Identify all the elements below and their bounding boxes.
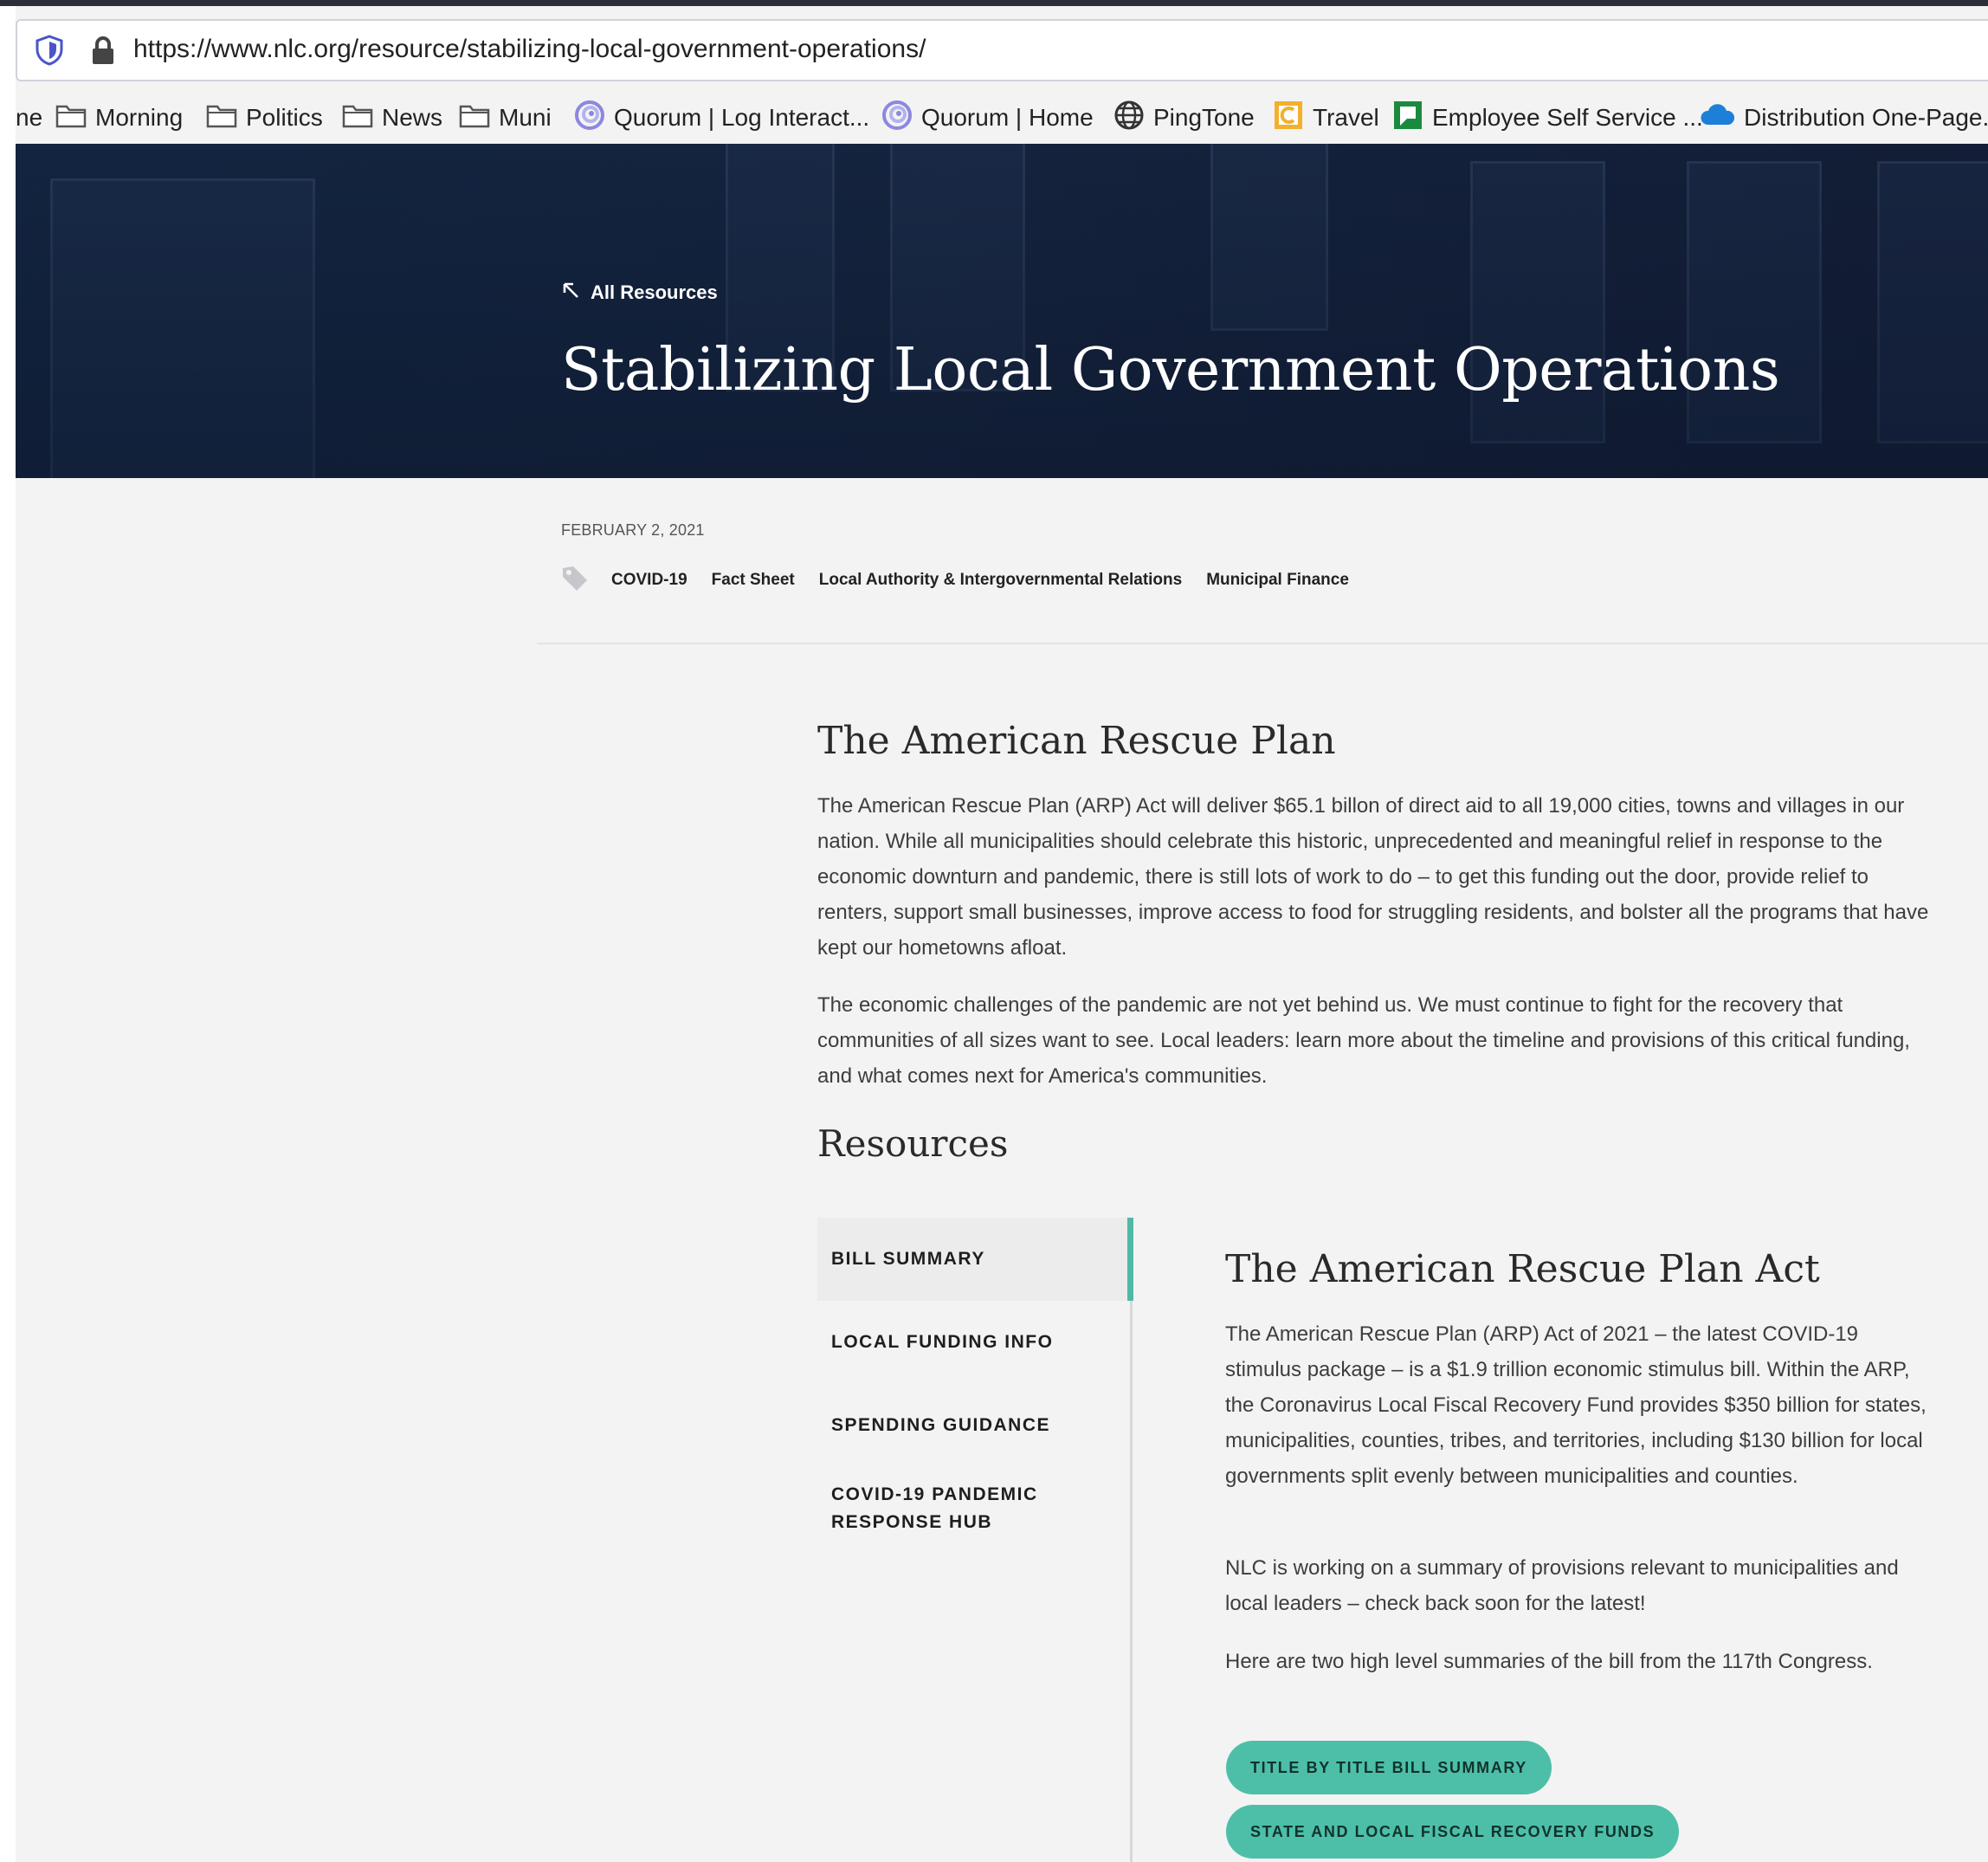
folder-icon — [206, 102, 237, 134]
tab-spending-guidance[interactable]: SPENDING GUIDANCE — [817, 1384, 1133, 1467]
lock-icon[interactable] — [90, 35, 116, 70]
bookmark-morning[interactable]: Morning — [55, 99, 183, 137]
tag-local-authority[interactable]: Local Authority & Intergovernmental Rela… — [819, 571, 1182, 590]
tag-municipal-finance[interactable]: Municipal Finance — [1206, 571, 1349, 590]
page-title: Stabilizing Local Government Operations — [561, 336, 1780, 404]
publish-date: FEBRUARY 2, 2021 — [561, 521, 705, 539]
tag-list: COVID-19 Fact Sheet Local Authority & In… — [561, 565, 1373, 596]
bookmark-distribution-one-page[interactable]: Distribution One-Page... — [1701, 99, 1988, 137]
bookmark-truncated[interactable]: ne — [16, 99, 42, 137]
ess-icon — [1392, 100, 1423, 137]
quorum-icon — [574, 100, 605, 137]
meta-divider — [537, 643, 1988, 644]
panel-paragraph: The American Rescue Plan (ARP) Act of 20… — [1225, 1322, 1927, 1488]
bookmark-politics[interactable]: Politics — [206, 99, 323, 137]
panel-paragraph: NLC is working on a summary of provision… — [1225, 1556, 1899, 1615]
tab-local-funding-info[interactable]: LOCAL FUNDING INFO — [817, 1301, 1133, 1384]
quorum-icon — [881, 100, 913, 137]
hero-banner: All Resources Stabilizing Local Governme… — [16, 144, 1988, 478]
article-paragraph: The economic challenges of the pandemic … — [817, 993, 1910, 1088]
bookmark-muni[interactable]: Muni — [459, 99, 552, 137]
travel-icon — [1273, 100, 1304, 137]
article-paragraph: The American Rescue Plan (ARP) Act will … — [817, 794, 1929, 960]
tab-bill-summary[interactable]: BILL SUMMARY — [817, 1218, 1133, 1301]
hero-shade — [16, 144, 1988, 478]
bookmark-travel[interactable]: Travel — [1273, 99, 1379, 137]
all-resources-link[interactable]: All Resources — [561, 281, 718, 305]
panel-paragraph: Here are two high level summaries of the… — [1225, 1650, 1873, 1673]
folder-icon — [459, 102, 490, 134]
window-top-edge — [0, 0, 1988, 6]
article-heading: The American Rescue Plan — [817, 719, 1336, 763]
resources-heading: Resources — [817, 1122, 1009, 1165]
globe-icon — [1113, 100, 1145, 137]
cloud-icon — [1701, 102, 1735, 134]
bookmarks-bar: ne Morning Politics News Muni Quorum | L… — [16, 92, 1988, 144]
tag-fact-sheet[interactable]: Fact Sheet — [712, 571, 795, 590]
state-and-local-fiscal-recovery-funds-button[interactable]: STATE AND LOCAL FISCAL RECOVERY FUNDS — [1226, 1805, 1680, 1859]
tag-icon — [561, 565, 589, 596]
window-left-edge — [0, 6, 16, 1862]
bookmark-employee-self-service[interactable]: Employee Self Service ... — [1392, 99, 1703, 137]
active-tab-indicator — [1127, 1218, 1133, 1301]
bookmark-news[interactable]: News — [342, 99, 442, 137]
address-bar[interactable]: https://www.nlc.org/resource/stabilizing… — [16, 19, 1988, 81]
panel-heading: The American Rescue Plan Act — [1225, 1247, 1820, 1291]
tag-covid-19[interactable]: COVID-19 — [611, 571, 687, 590]
resources-tabs: BILL SUMMARY LOCAL FUNDING INFO SPENDING… — [817, 1218, 1133, 1550]
tracking-protection-shield-icon[interactable] — [35, 35, 64, 70]
bookmark-quorum-home[interactable]: Quorum | Home — [881, 99, 1094, 137]
tab-covid-19-pandemic-response-hub[interactable]: COVID-19 PANDEMIC RESPONSE HUB — [817, 1467, 1133, 1550]
folder-icon — [342, 102, 373, 134]
url-text[interactable]: https://www.nlc.org/resource/stabilizing… — [133, 35, 926, 64]
arrow-up-left-icon — [561, 281, 580, 305]
bookmark-quorum-log-interact[interactable]: Quorum | Log Interact... — [574, 99, 869, 137]
folder-icon — [55, 102, 87, 134]
bookmark-pingtone[interactable]: PingTone — [1113, 99, 1255, 137]
title-by-title-bill-summary-button[interactable]: TITLE BY TITLE BILL SUMMARY — [1226, 1741, 1552, 1794]
